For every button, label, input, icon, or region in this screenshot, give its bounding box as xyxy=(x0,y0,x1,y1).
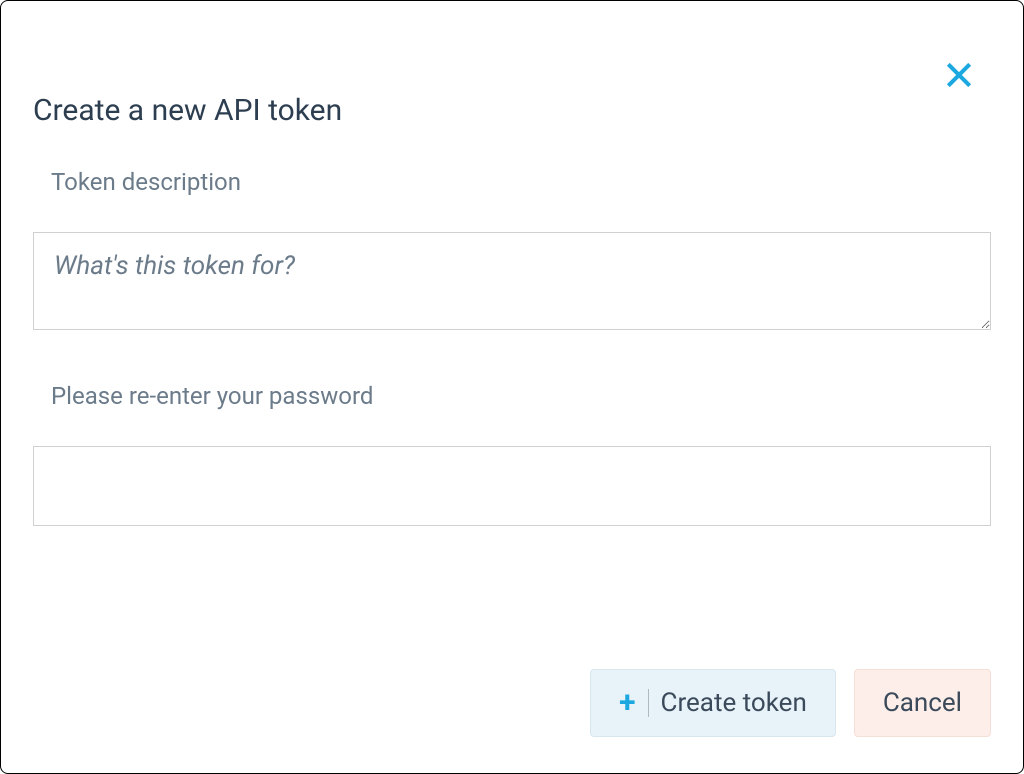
plus-icon: + xyxy=(619,688,635,718)
close-icon xyxy=(943,59,975,91)
create-token-button[interactable]: + Create token xyxy=(590,669,836,737)
cancel-label: Cancel xyxy=(883,688,962,718)
create-token-label: Create token xyxy=(661,688,807,718)
password-label: Please re-enter your password xyxy=(51,382,991,410)
modal-title: Create a new API token xyxy=(33,93,991,128)
description-group: Token description xyxy=(33,168,991,334)
description-input[interactable] xyxy=(33,232,991,330)
cancel-button[interactable]: Cancel xyxy=(854,669,991,737)
password-input[interactable] xyxy=(33,446,991,526)
password-group: Please re-enter your password xyxy=(33,382,991,526)
button-divider xyxy=(648,689,649,717)
create-token-modal: Create a new API token Token description… xyxy=(1,1,1023,773)
description-label: Token description xyxy=(51,168,991,196)
button-row: + Create token Cancel xyxy=(33,669,991,741)
close-button[interactable] xyxy=(935,51,983,102)
